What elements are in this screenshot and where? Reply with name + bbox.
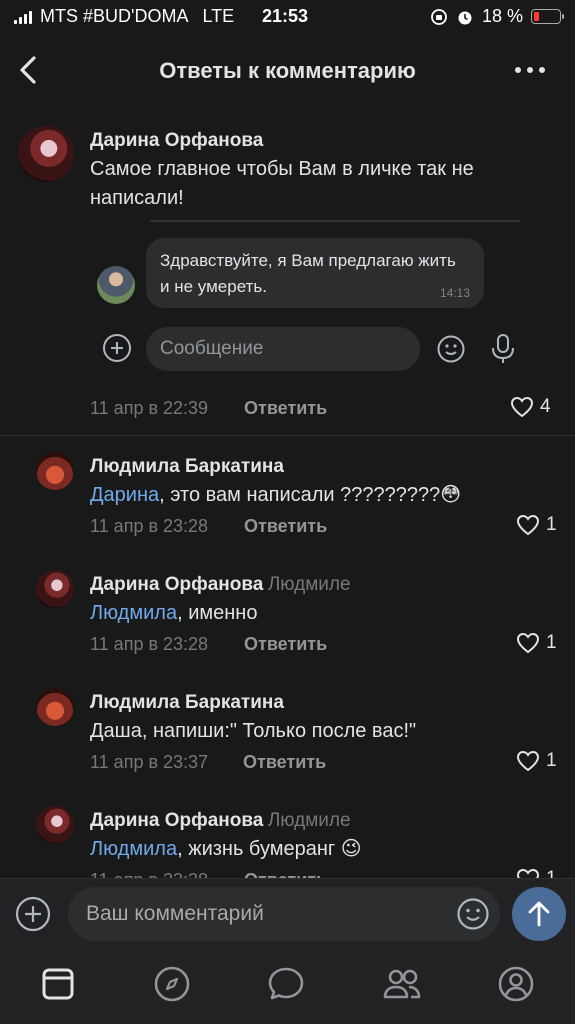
heart-icon (516, 632, 540, 654)
mention-link[interactable]: Людмила (90, 838, 177, 860)
heart-icon (516, 750, 540, 772)
like-count: 1 (546, 514, 557, 535)
status-bar: MTS #BUD'DOMA LTE 21:53 18 % (0, 0, 575, 36)
like-count: 1 (546, 750, 557, 771)
profile-icon[interactable] (496, 964, 536, 1004)
network-label: LTE (202, 6, 235, 26)
smile-icon (437, 335, 465, 363)
reply-date: 11 апр в 23:28 (90, 516, 209, 536)
reply-to-label[interactable]: Людмиле (268, 574, 351, 595)
comment-input[interactable]: Ваш комментарий (68, 887, 500, 941)
battery-icon (531, 9, 564, 24)
avatar[interactable] (36, 570, 74, 608)
avatar[interactable] (18, 126, 74, 182)
avatar[interactable] (36, 452, 74, 490)
friends-icon[interactable] (382, 964, 422, 1004)
avatar[interactable] (36, 688, 74, 726)
avatar (97, 266, 135, 304)
page-title: Ответы к комментарию (159, 58, 416, 83)
message-time: 14:13 (439, 286, 470, 300)
reply-button[interactable]: Ответить (243, 752, 326, 773)
reply-text: Людмила, жизнь бумеранг 😉 (90, 838, 362, 860)
microphone-icon (492, 334, 514, 363)
message-text: Здравствуйте, я Вам предлагаю жить и не … (160, 251, 456, 296)
explore-icon[interactable] (152, 964, 192, 1004)
comment-author[interactable]: Дарина Орфанова (90, 130, 263, 152)
battery-percent: 18 % (481, 6, 523, 26)
comment-text: Самое главное чтобы Вам в личке так не н… (90, 158, 474, 209)
reply-to-label[interactable]: Людмиле (268, 810, 351, 831)
clock: 21:53 (262, 6, 309, 26)
like-button[interactable]: 1 (516, 750, 557, 772)
reply-button[interactable]: Ответить (244, 398, 327, 419)
reply-button[interactable]: Ответить (244, 634, 327, 655)
reply-text: Даша, напиши:" Только после вас!" (90, 720, 417, 742)
message-bubble: Здравствуйте, я Вам предлагаю жить и не … (146, 238, 484, 308)
message-input-image: Сообщение (146, 327, 420, 371)
reply-author[interactable]: Людмила Баркатина (90, 692, 284, 714)
comment-date: 11 апр в 22:39 (90, 398, 209, 418)
arrow-up-icon (528, 901, 550, 927)
attachment-edge (150, 220, 520, 228)
alarm-icon (458, 11, 472, 24)
heart-icon (516, 514, 540, 536)
reply-text: Людмила, именно (90, 602, 258, 624)
mention-link[interactable]: Дарина (90, 484, 159, 506)
home-icon[interactable] (38, 964, 78, 1004)
heart-icon (510, 396, 534, 418)
send-button[interactable] (512, 887, 566, 941)
mention-link[interactable]: Людмила (90, 602, 177, 624)
messages-icon[interactable] (266, 964, 306, 1004)
like-button[interactable]: 1 (516, 632, 557, 654)
header: Ответы к комментарию (0, 44, 575, 100)
like-button[interactable]: 4 (510, 396, 551, 418)
signal-icon (14, 10, 32, 24)
tab-bar (0, 950, 575, 1024)
like-button[interactable]: 1 (516, 514, 557, 536)
plus-circle-icon (103, 334, 131, 362)
divider (0, 435, 575, 436)
reply-author[interactable]: Людмила Баркатина (90, 456, 284, 478)
attach-icon[interactable] (14, 895, 52, 933)
reply-author[interactable]: Дарина Орфанова (90, 810, 263, 831)
reply-date: 11 апр в 23:28 (90, 634, 209, 654)
reply-text: Дарина, это вам написали ?????????😳 (90, 484, 462, 506)
emoji-icon[interactable] (456, 897, 490, 931)
carrier-label: MTS #BUD'DOMA (40, 6, 189, 26)
reply-author[interactable]: Дарина Орфанова (90, 574, 263, 595)
more-icon[interactable] (513, 58, 547, 82)
reply-date: 11 апр в 23:37 (90, 752, 209, 772)
like-count: 1 (546, 632, 557, 653)
avatar[interactable] (36, 806, 74, 844)
orientation-lock-icon (431, 8, 447, 25)
reply-button[interactable]: Ответить (244, 516, 327, 537)
like-count: 4 (540, 396, 551, 417)
comment-composer: Ваш комментарий (0, 878, 575, 950)
